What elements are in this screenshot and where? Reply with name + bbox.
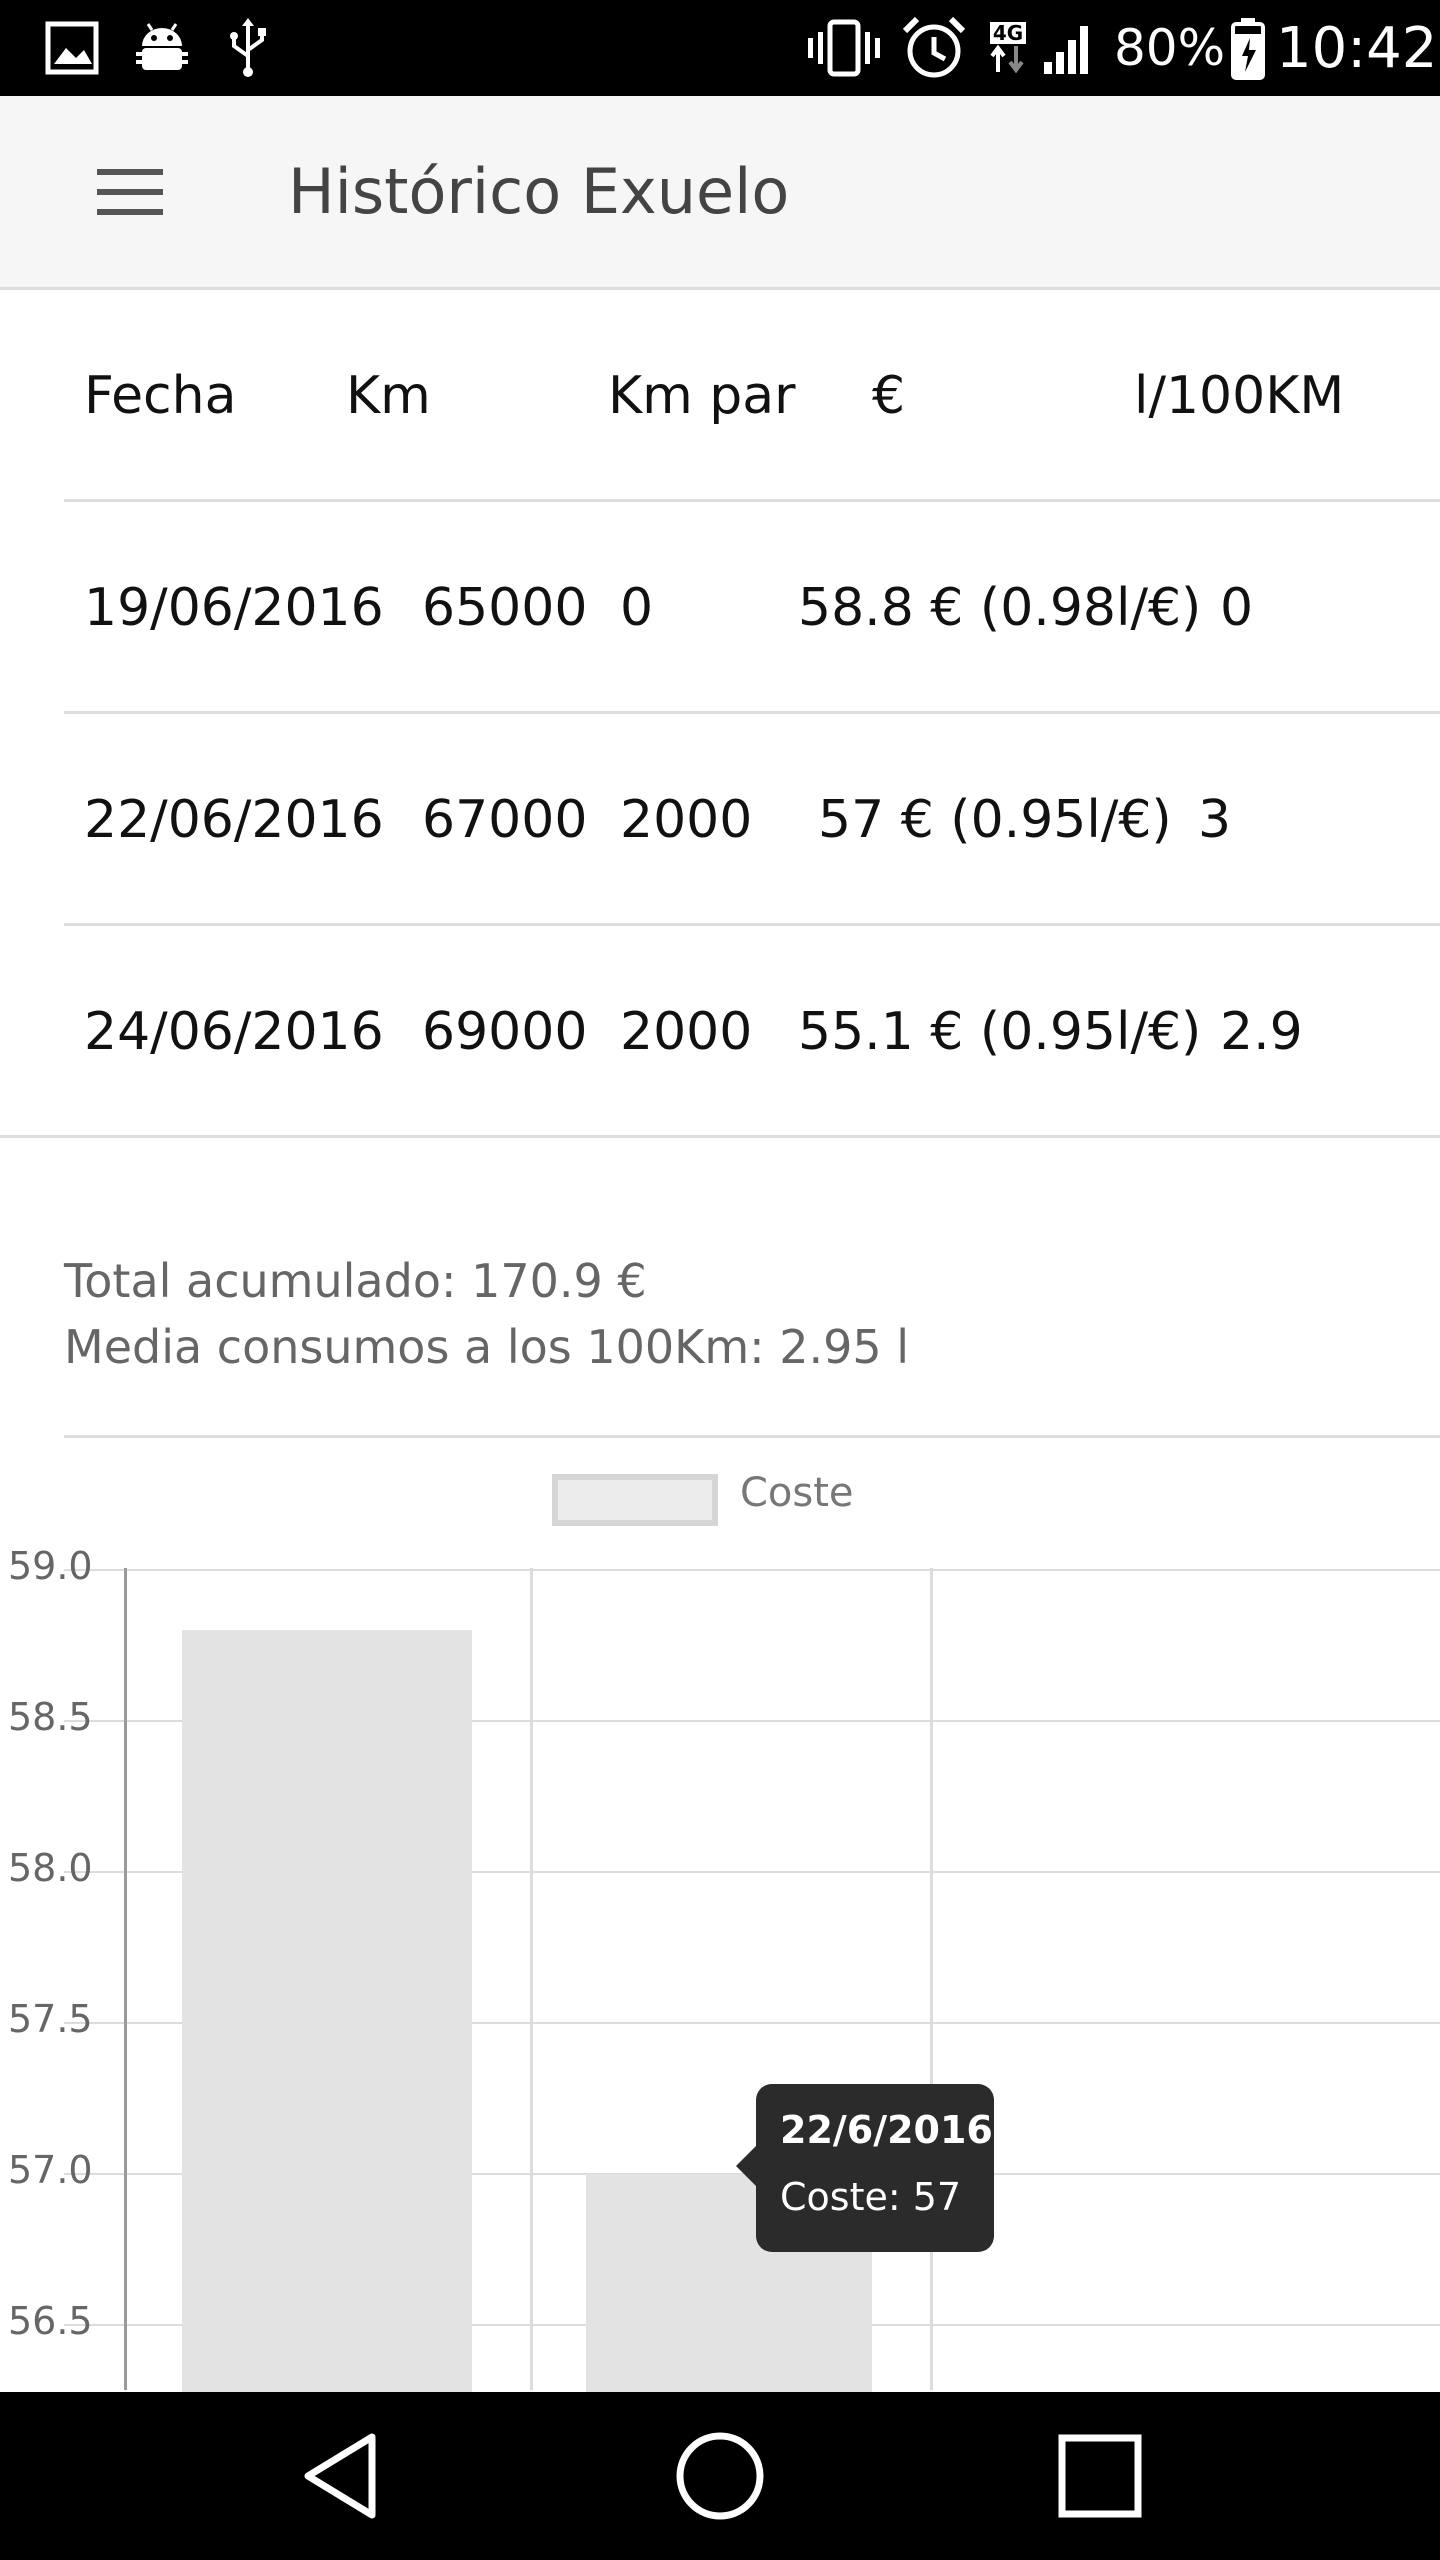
chart-bar[interactable]: [182, 1630, 472, 2392]
legend-swatch: [552, 1474, 718, 1526]
header-fecha: Fecha: [84, 366, 237, 426]
home-icon: [676, 2432, 764, 2520]
cell-fecha: 22/06/2016: [84, 790, 384, 850]
navigation-bar: [0, 2392, 1440, 2560]
cell-km-par: 2000: [620, 1002, 753, 1062]
y-tick-label: 58.0: [8, 1846, 93, 1890]
cell-km: 65000: [422, 578, 588, 638]
back-icon: [304, 2433, 376, 2519]
vertical-gridline: [930, 1568, 933, 2390]
cell-km-par: 0: [620, 578, 654, 638]
back-button[interactable]: [240, 2392, 440, 2560]
table-row[interactable]: 19/06/2016 65000 0 58.8 € (0.98l/€) 0: [64, 502, 1440, 714]
recents-icon: [1058, 2434, 1142, 2518]
status-bar: 4G 80% 10:42: [0, 0, 1440, 96]
y-axis: [124, 1568, 127, 2390]
menu-icon: [97, 169, 163, 215]
android-debug-icon: [130, 0, 194, 96]
chart-tooltip: 22/6/2016 Coste: 57: [736, 2084, 994, 2252]
table-header-row: Fecha Km Km par € l/100KM: [64, 290, 1440, 502]
tooltip-title: 22/6/2016: [780, 2108, 993, 2152]
y-tick-label: 57.0: [8, 2148, 93, 2192]
cell-fecha: 24/06/2016: [84, 1002, 384, 1062]
cell-cost: 55.1 € (0.95l/€): [798, 1002, 1202, 1062]
cell-cost: 58.8 € (0.98l/€): [798, 578, 1202, 638]
header-km-par: Km par: [608, 366, 796, 426]
tooltip-body: Coste: 57: [780, 2175, 962, 2219]
header-l100km: l/100KM: [1134, 366, 1345, 426]
vibrate-icon: [806, 0, 882, 96]
signal-icon: [1040, 0, 1100, 96]
cell-km: 69000: [422, 1002, 588, 1062]
data-4g-icon: 4G: [984, 0, 1032, 96]
y-tick-label: 56.5: [8, 2299, 93, 2343]
header-euro: €: [872, 366, 906, 426]
cell-km: 67000: [422, 790, 588, 850]
y-tick-label: 59.0: [8, 1544, 93, 1588]
battery-percent: 80%: [1114, 19, 1226, 77]
cell-l100km: 0: [1220, 578, 1254, 638]
cell-l100km: 2.9: [1220, 1002, 1303, 1062]
table-row[interactable]: 24/06/2016 69000 2000 55.1 € (0.95l/€) 2…: [0, 926, 1440, 1138]
total-accumulated: Total acumulado: 170.9 €: [64, 1254, 647, 1308]
app-bar: Histórico Exuelo: [0, 96, 1440, 290]
menu-button[interactable]: [70, 144, 190, 240]
table-row[interactable]: 22/06/2016 67000 2000 57 € (0.95l/€) 3: [64, 714, 1440, 926]
battery-charging-icon: [1226, 0, 1270, 96]
y-tick-label: 57.5: [8, 1997, 93, 2041]
vertical-gridline: [530, 1568, 533, 2390]
alarm-icon: [898, 0, 970, 96]
clock: 10:42: [1276, 15, 1438, 81]
image-icon: [40, 0, 104, 96]
cell-fecha: 19/06/2016: [84, 578, 384, 638]
home-button[interactable]: [620, 2392, 820, 2560]
average-consumption: Media consumos a los 100Km: 2.95 l: [64, 1320, 910, 1374]
legend-label: Coste: [740, 1470, 854, 1516]
y-tick-label: 58.5: [8, 1695, 93, 1739]
cell-cost: 57 € (0.95l/€): [818, 790, 1172, 850]
header-km: Km: [346, 366, 431, 426]
page-title: Histórico Exuelo: [288, 154, 790, 228]
recents-button[interactable]: [1000, 2392, 1200, 2560]
cell-l100km: 3: [1198, 790, 1232, 850]
summary: Total acumulado: 170.9 € Media consumos …: [64, 1248, 909, 1380]
cell-km-par: 2000: [620, 790, 753, 850]
divider: [64, 1435, 1440, 1438]
usb-icon: [216, 0, 280, 96]
gridline: [64, 1569, 1440, 1571]
